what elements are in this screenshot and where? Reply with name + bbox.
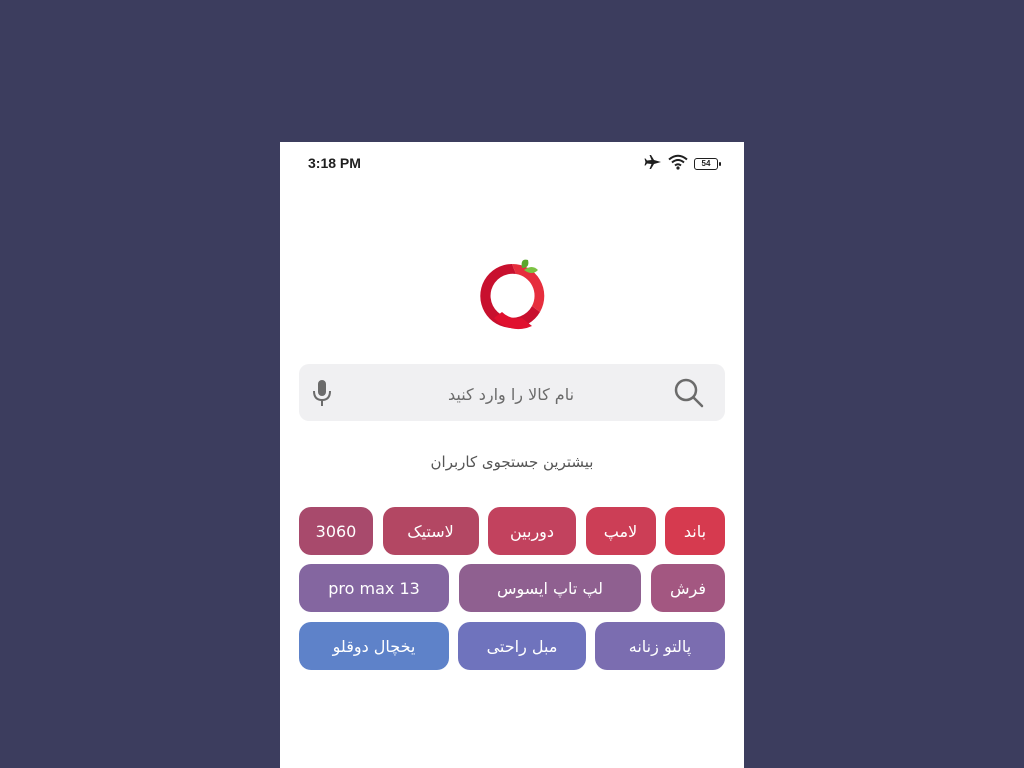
popular-chip[interactable]: مبل راحتی <box>458 622 586 670</box>
popular-chip[interactable]: پالتو زنانه <box>595 622 725 670</box>
search-icon[interactable] <box>673 377 705 409</box>
battery-level: 54 <box>701 159 711 168</box>
popular-chip[interactable]: فرش <box>651 564 725 612</box>
status-bar: 3:18 PM 54 <box>280 142 744 182</box>
battery-icon: 54 <box>694 158 721 170</box>
phone-screen: 3:18 PM 54 نام کالا را وارد کنید بیشترین… <box>280 142 744 768</box>
status-time: 3:18 PM <box>308 155 361 171</box>
fruit-logo-icon <box>472 256 552 336</box>
popular-chip[interactable]: 3060 <box>299 507 373 555</box>
airplane-icon <box>644 154 662 174</box>
search-input[interactable] <box>359 376 663 412</box>
popular-chip[interactable]: لاستیک <box>382 507 479 555</box>
microphone-icon[interactable] <box>311 377 333 409</box>
popular-searches-title: بیشترین جستجوی کاربران <box>430 453 594 471</box>
popular-chip[interactable]: 13 pro max <box>299 564 449 612</box>
popular-row-3: پالتو زنانه مبل راحتی یخچال دوقلو <box>299 622 725 670</box>
search-bar <box>299 364 725 421</box>
popular-chip[interactable]: یخچال دوقلو <box>299 622 449 670</box>
popular-chip[interactable]: باند <box>665 507 725 555</box>
popular-chip[interactable]: لامپ <box>585 507 656 555</box>
status-icons: 54 <box>644 154 721 174</box>
popular-chip[interactable]: دوربین <box>488 507 576 555</box>
wifi-icon <box>668 154 688 174</box>
popular-chip[interactable]: لپ تاپ ایسوس <box>459 564 641 612</box>
popular-row-2: فرش لپ تاپ ایسوس 13 pro max <box>299 564 725 612</box>
popular-row-1: باند لامپ دوربین لاستیک 3060 <box>299 507 725 555</box>
